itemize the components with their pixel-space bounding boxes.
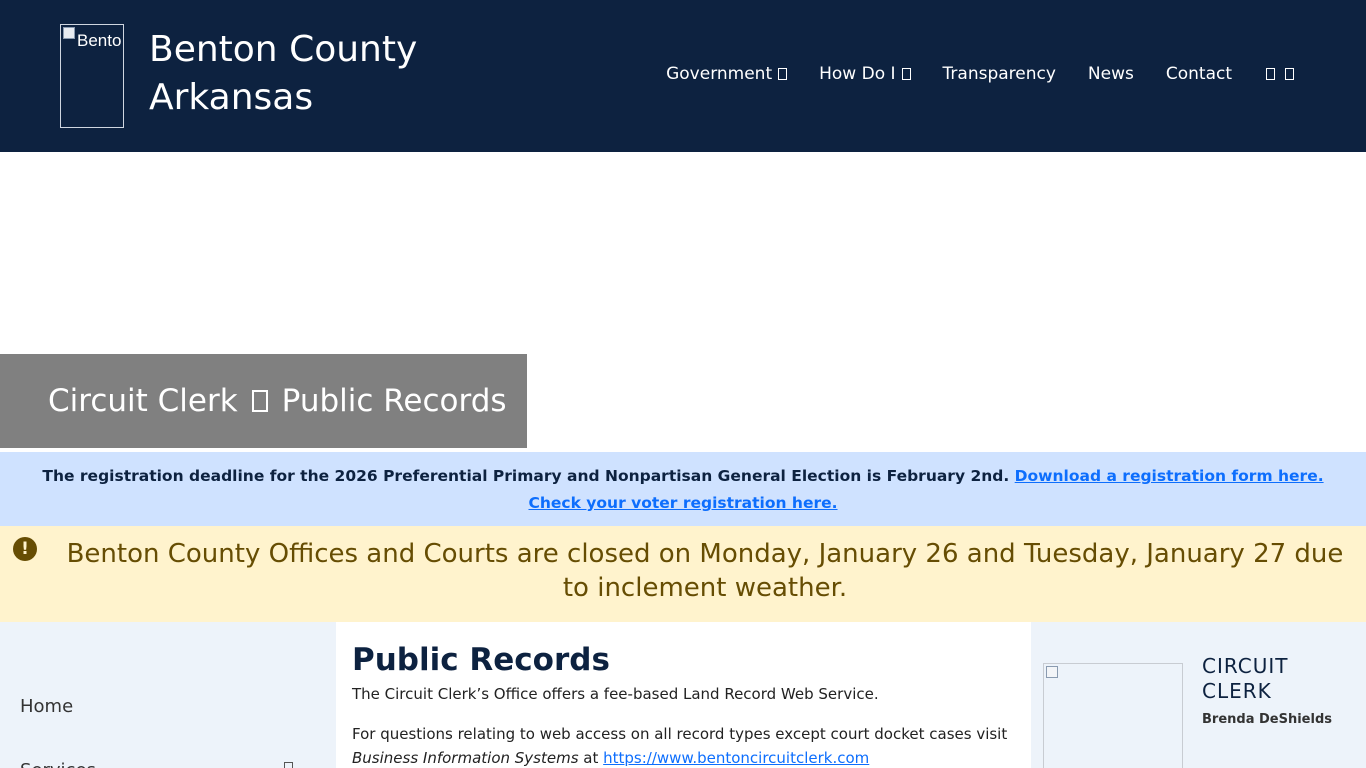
nav-government[interactable]: Government	[666, 64, 788, 84]
chevron-down-icon	[778, 68, 788, 80]
broken-image-icon	[1046, 666, 1058, 678]
sidebar-item-services[interactable]: Services	[20, 760, 96, 768]
county-logo[interactable]: Bento	[60, 24, 124, 128]
content-at-text: at	[578, 749, 604, 767]
nav-icon-group	[1266, 68, 1304, 80]
page-title-band: Circuit Clerk Public Records	[0, 354, 527, 448]
exclamation-circle-icon: !	[13, 537, 37, 561]
nav-transparency[interactable]: Transparency	[943, 64, 1056, 84]
content-paragraph-2-text: For questions relating to web access on …	[352, 725, 1008, 743]
content-paragraph-1: The Circuit Clerk’s Office offers a fee-…	[352, 685, 879, 703]
official-photo	[1043, 663, 1183, 768]
page-title-current: Public Records	[281, 383, 507, 419]
logo-alt-text: Bento	[77, 31, 122, 50]
weather-alert-banner: ! Benton County Offices and Courts are c…	[0, 526, 1366, 622]
election-info-text: The registration deadline for the 2026 P…	[42, 467, 1010, 485]
site-name[interactable]: Benton County Arkansas	[149, 26, 469, 122]
main-nav: Government How Do I Transparency News Co…	[634, 64, 1304, 84]
official-name: Brenda DeShields	[1202, 712, 1332, 727]
main-content: Public Records The Circuit Clerk’s Offic…	[336, 622, 1031, 768]
left-sidebar: Home Services	[0, 622, 336, 768]
weather-alert-text: Benton County Offices and Courts are clo…	[66, 539, 1344, 603]
nav-contact[interactable]: Contact	[1166, 64, 1232, 84]
nav-how-do-i-label: How Do I	[819, 64, 896, 84]
content-paragraph-2: For questions relating to web access on …	[352, 722, 1015, 768]
registration-form-link[interactable]: Download a registration form here.	[1015, 467, 1324, 485]
breadcrumb-separator-icon	[251, 390, 268, 412]
chevron-down-icon[interactable]	[284, 762, 293, 768]
content-heading: Public Records	[352, 642, 610, 678]
business-info-systems-text: Business Information Systems	[352, 749, 579, 767]
broken-image-icon	[63, 27, 75, 39]
office-title: CIRCUIT CLERK	[1202, 654, 1289, 703]
circuit-clerk-website-link[interactable]: https://www.bentoncircuitclerk.com	[603, 749, 869, 767]
translate-icon[interactable]	[1285, 68, 1294, 80]
nav-government-label: Government	[666, 64, 773, 84]
nav-how-do-i[interactable]: How Do I	[819, 64, 911, 84]
page-title-parent[interactable]: Circuit Clerk	[48, 383, 238, 419]
nav-news[interactable]: News	[1088, 64, 1134, 84]
voter-registration-link[interactable]: Check your voter registration here.	[528, 494, 837, 512]
sidebar-item-home[interactable]: Home	[20, 696, 73, 717]
chevron-down-icon	[901, 68, 911, 80]
election-info-banner: The registration deadline for the 2026 P…	[0, 452, 1366, 526]
right-sidebar: CIRCUIT CLERK Brenda DeShields	[1031, 622, 1366, 768]
search-icon[interactable]	[1266, 68, 1275, 80]
site-header: Bento Benton County Arkansas Government …	[0, 0, 1366, 152]
